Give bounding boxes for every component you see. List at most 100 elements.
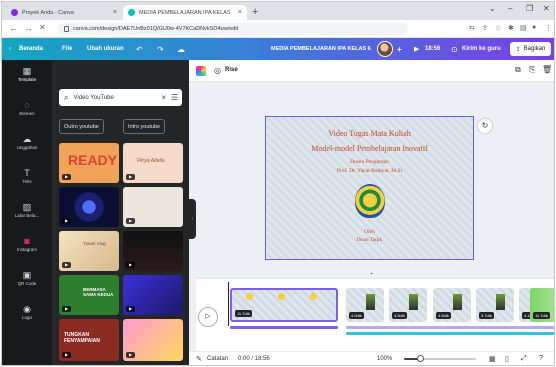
address-bar[interactable]: canva.com/design/DAE7UnBz01Q/GU0w-4V7KCa…: [58, 23, 408, 35]
template-thumbnail[interactable]: ▶: [123, 275, 183, 315]
rail-item-background[interactable]: ▧ Latar Bela...: [2, 202, 52, 218]
animation-rise-button[interactable]: Rise: [225, 67, 238, 73]
back-arrow-icon[interactable]: ←: [9, 23, 18, 33]
browser-tab-media[interactable]: MEDIA PEMBELAJARAN IPA KELAS ×: [123, 5, 247, 20]
resize-button[interactable]: Ubah ukuran: [87, 38, 124, 60]
template-thumbnail[interactable]: ▶: [59, 187, 119, 227]
audio-track-secondary[interactable]: [346, 332, 554, 335]
editor-toolbar: ◎ Rise ⧉ ⎘ 🗑: [189, 60, 554, 82]
rail-item-instagram[interactable]: ◙ Instagram: [2, 236, 52, 252]
cloud-saved-icon[interactable]: ☁: [177, 38, 185, 60]
rail-item-text[interactable]: T Teks: [2, 168, 52, 184]
reading-list-icon[interactable]: ▤: [520, 24, 527, 32]
timeline-clip[interactable]: 4.5dtk: [433, 288, 471, 322]
rail-item-qr-code[interactable]: ▣ QR Code: [2, 270, 52, 286]
upload-cloud-icon: ☁: [22, 134, 32, 144]
timeline-clip[interactable]: 3.7dtk: [476, 288, 514, 322]
extension-icon[interactable]: ✱: [508, 24, 514, 32]
help-icon[interactable]: ?: [539, 355, 543, 362]
zoom-percentage[interactable]: 100%: [377, 356, 392, 362]
browser-menu-icon[interactable]: ⋮: [545, 24, 552, 32]
close-window-button[interactable]: ✕: [543, 4, 550, 13]
audio-track[interactable]: [230, 326, 338, 329]
timeline-clip[interactable]: 4.0dtk: [346, 288, 384, 322]
clear-search-icon[interactable]: ×: [161, 93, 166, 102]
user-avatar[interactable]: [377, 41, 393, 57]
clip-figure: [496, 294, 505, 310]
slide-lecturer-label[interactable]: Dosen Pengampu: [266, 159, 473, 165]
template-thumbnail[interactable]: ▶: [123, 319, 183, 361]
notes-button[interactable]: Catatan: [207, 356, 228, 362]
new-tab-button[interactable]: +: [252, 5, 258, 19]
template-thumbnail[interactable]: ▶: [123, 187, 183, 227]
collapse-panel-button[interactable]: ‹: [189, 199, 196, 239]
forward-arrow-icon[interactable]: →: [24, 23, 33, 33]
template-thumbnail[interactable]: READY ▶: [59, 143, 119, 183]
playhead[interactable]: [228, 282, 229, 326]
undo-icon[interactable]: ↶: [136, 38, 143, 60]
send-to-teacher-button[interactable]: Kirim ke guru: [462, 38, 501, 60]
bookmark-star-icon[interactable]: ☆: [495, 24, 501, 32]
present-duration[interactable]: 18:56: [425, 38, 440, 60]
document-title[interactable]: MEDIA PEMBELAJARAN IPA KELAS 6: [271, 38, 371, 60]
template-thumbnail[interactable]: ▶: [123, 231, 183, 271]
slide-title[interactable]: Video Tugas Mata Kuliah: [266, 129, 473, 138]
slide-author-name[interactable]: Ihsan Taqik: [266, 237, 473, 243]
animation-icon[interactable]: ◎: [214, 66, 221, 75]
timeline-clip[interactable]: 11.7dtk: [530, 288, 554, 322]
refresh-icon[interactable]: ↻: [478, 119, 492, 133]
template-thumbnail[interactable]: BERMASA SAMA KEDUA ▶: [59, 275, 119, 315]
notes-icon[interactable]: ✎: [196, 355, 202, 363]
template-thumbnail[interactable]: TUNGKAN FENYAMPAIAN ▶: [59, 319, 119, 361]
maximize-button[interactable]: ❐: [526, 4, 533, 13]
university-logo[interactable]: [355, 184, 385, 218]
page-view-icon[interactable]: ▯: [505, 355, 509, 363]
chip-intro-youtube[interactable]: Intro youtube: [123, 119, 166, 134]
play-icon[interactable]: ▶: [414, 38, 419, 60]
filter-icon[interactable]: ☰: [171, 93, 178, 102]
rail-item-logo[interactable]: ◉ Logo: [2, 304, 52, 320]
share-button[interactable]: ⇪ Bagikan: [510, 42, 551, 56]
duplicate-page-icon[interactable]: ⧉: [515, 65, 521, 75]
browser-toolbar: ← → ✕ canva.com/design/DAE7UnBz01Q/GU0w-…: [2, 20, 554, 38]
reload-icon[interactable]: ✕: [39, 23, 46, 32]
slide-canvas[interactable]: Video Tugas Mata Kuliah Model-model Pemb…: [265, 116, 474, 260]
zoom-slider-handle[interactable]: [416, 355, 424, 362]
file-menu-button[interactable]: File: [62, 38, 72, 60]
chip-outro-youtube[interactable]: Outro youtube: [59, 119, 104, 134]
tab-search-icon[interactable]: ⌄: [489, 4, 496, 13]
share-page-icon[interactable]: ⇪: [482, 24, 488, 32]
copy-icon[interactable]: ⎘: [529, 65, 535, 75]
instagram-icon: ◙: [24, 236, 30, 246]
rail-item-elements[interactable]: ◌ Elemen: [2, 100, 52, 116]
template-thumbnail[interactable]: Fitrya Adelia ▶: [123, 143, 183, 183]
rail-label: Latar Bela...: [14, 213, 40, 218]
fullscreen-icon[interactable]: ⤢: [521, 355, 527, 363]
back-chevron-icon[interactable]: ‹: [9, 38, 11, 60]
slide-subtitle[interactable]: Model-model Pembelajaran Inovatif: [266, 144, 473, 153]
url-text: canva.com/design/DAE7UnBz01Q/GU0w-4V7KCa…: [73, 26, 239, 32]
audio-track[interactable]: [346, 326, 554, 329]
rail-item-template[interactable]: ▦ Template: [2, 66, 52, 82]
slide-lecturer-name[interactable]: Prof. Dr. Yayat Ruhiyat, M.Si: [266, 168, 473, 174]
trash-icon[interactable]: 🗑: [542, 65, 552, 74]
color-picker-icon[interactable]: [196, 66, 206, 76]
timeline-clip[interactable]: 11.7dtk: [230, 288, 338, 322]
profile-icon[interactable]: ●: [532, 24, 536, 31]
close-tab-icon[interactable]: ×: [238, 9, 242, 16]
slide-author-label[interactable]: Oleh: [266, 229, 473, 235]
add-collaborator-button[interactable]: +: [397, 38, 402, 60]
browser-tab-projects[interactable]: Proyek Anda - Canva ×: [6, 5, 122, 20]
home-button[interactable]: Beranda: [19, 38, 43, 60]
redo-icon[interactable]: ↷: [157, 38, 164, 60]
minimize-button[interactable]: –: [508, 4, 512, 13]
grid-view-icon[interactable]: ▦: [489, 355, 496, 363]
translate-icon[interactable]: ⇆: [469, 24, 475, 32]
rail-item-uploads[interactable]: ☁ Unggahan: [2, 134, 52, 150]
template-thumbnail[interactable]: Travel Vlog ▶: [59, 231, 119, 271]
timeline-play-button[interactable]: ▷: [198, 307, 218, 327]
zoom-slider[interactable]: [404, 355, 476, 362]
search-input[interactable]: ⌕ Video YouTube × ☰: [59, 89, 182, 106]
timeline-clip[interactable]: 4.5dtk: [389, 288, 427, 322]
close-tab-icon[interactable]: ×: [113, 9, 117, 16]
